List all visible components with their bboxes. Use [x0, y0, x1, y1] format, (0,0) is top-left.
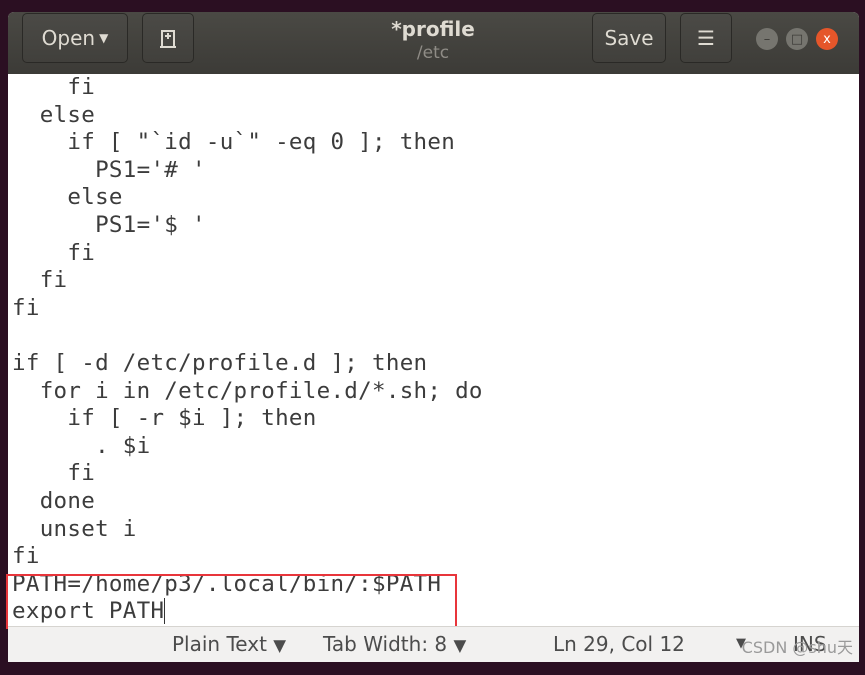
code-line[interactable]: . $i: [8, 433, 859, 461]
maximize-button[interactable]: □: [786, 28, 808, 50]
open-label: Open: [41, 26, 96, 50]
highlight-box: [6, 574, 457, 629]
gedit-window: Open ▼ *profile /etc Save ☰ – □ x fi els…: [6, 12, 859, 662]
tab-width-label: Tab Width: 8: [323, 631, 448, 656]
code-line[interactable]: else: [8, 102, 859, 130]
watermark: CSDN @shu天: [741, 637, 853, 657]
window-title: *profile /etc: [308, 16, 558, 64]
new-tab-button[interactable]: [142, 13, 194, 63]
code-line[interactable]: if [ -d /etc/profile.d ]; then: [8, 350, 859, 378]
code-line[interactable]: fi: [8, 240, 859, 268]
code-line[interactable]: unset i: [8, 516, 859, 544]
code-line[interactable]: if [ "`id -u`" -eq 0 ]; then: [8, 129, 859, 157]
menu-button[interactable]: ☰: [680, 13, 732, 63]
code-line[interactable]: PS1='# ': [8, 157, 859, 185]
code-line[interactable]: else: [8, 184, 859, 212]
minimize-button[interactable]: –: [756, 28, 778, 50]
file-path: /etc: [416, 43, 450, 63]
code-line[interactable]: for i in /etc/profile.d/*.sh; do: [8, 378, 859, 406]
header-bar: Open ▼ *profile /etc Save ☰ – □ x: [8, 12, 859, 74]
file-name: *profile: [391, 17, 475, 41]
code-line[interactable]: PS1='$ ': [8, 212, 859, 240]
new-document-icon: [160, 30, 176, 48]
code-line[interactable]: fi: [8, 74, 859, 102]
code-line[interactable]: [8, 322, 859, 350]
save-button[interactable]: Save: [592, 13, 666, 63]
code-line[interactable]: fi: [8, 295, 859, 323]
tab-width-selector[interactable]: Tab Width: 8 ▼: [323, 632, 466, 658]
code-line[interactable]: if [ -r $i ]; then: [8, 405, 859, 433]
language-label: Plain Text: [172, 631, 267, 656]
open-button[interactable]: Open ▼: [22, 13, 128, 63]
chevron-down-icon: ▼: [273, 635, 287, 655]
chevron-down-icon: ▼: [99, 31, 109, 45]
hamburger-icon: ☰: [697, 26, 715, 50]
status-bar: Plain Text ▼ Tab Width: 8 ▼ Ln 29, Col 1…: [8, 625, 859, 662]
code-line[interactable]: fi: [8, 460, 859, 488]
code-line[interactable]: fi: [8, 543, 859, 571]
code-line[interactable]: fi: [8, 267, 859, 295]
text-editor[interactable]: fi else if [ "`id -u`" -eq 0 ]; then PS1…: [6, 74, 859, 629]
cursor-position[interactable]: Ln 29, Col 12: [553, 632, 685, 656]
language-selector[interactable]: Plain Text ▼: [172, 632, 286, 658]
chevron-down-icon: ▼: [453, 635, 467, 655]
code-line[interactable]: done: [8, 488, 859, 516]
close-button[interactable]: x: [816, 28, 838, 50]
